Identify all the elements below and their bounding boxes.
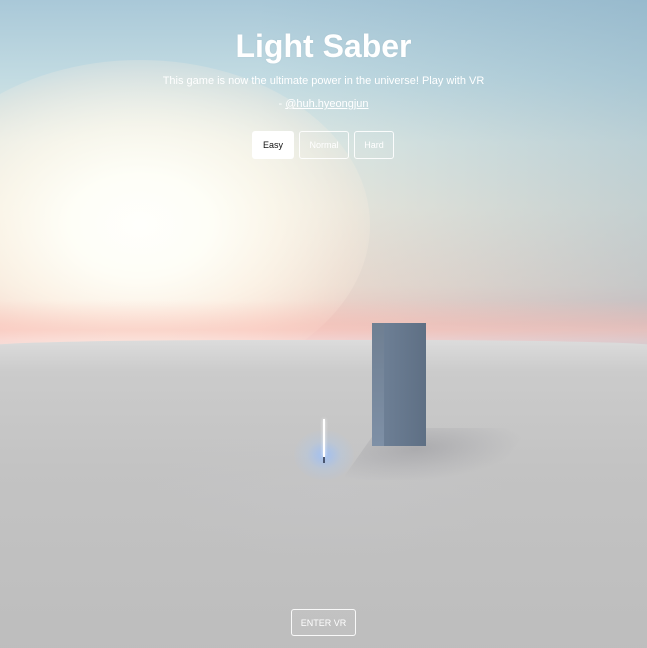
difficulty-hard-button[interactable]: Hard [354,131,394,159]
difficulty-easy-button[interactable]: Easy [252,131,294,159]
game-scene[interactable]: Light Saber This game is now the ultimat… [0,0,647,648]
difficulty-normal-button[interactable]: Normal [299,131,349,159]
game-tagline: This game is now the ultimate power in t… [162,75,485,87]
author-credit: - @huh.hyeongjun [0,98,647,110]
target-block [372,323,426,446]
game-title: Light Saber [235,28,412,64]
target-block-front-face [384,323,426,446]
light-saber-blade [323,419,325,457]
light-saber-hilt [323,457,325,463]
enter-vr-button[interactable]: ENTER VR [291,609,356,636]
target-block-side-face [372,323,384,446]
difficulty-selector: Easy Normal Hard [252,131,394,159]
author-link[interactable]: @huh.hyeongjun [285,98,368,110]
